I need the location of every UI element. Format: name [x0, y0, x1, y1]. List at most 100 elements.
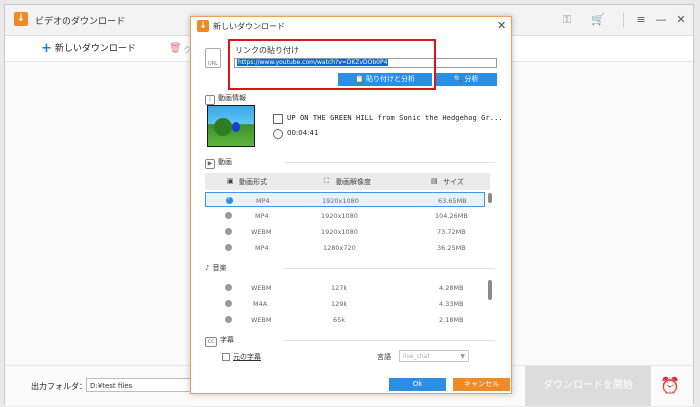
paste-and-analyze-label: 貼り付けと分析: [365, 75, 415, 83]
radio[interactable]: [225, 212, 232, 219]
output-folder-label: 出力フォルダ：: [31, 382, 87, 391]
video-format: MP4: [255, 212, 269, 220]
info-icon: i: [205, 95, 215, 105]
audio-section-heading: ♪ 音楽: [205, 263, 226, 273]
music-note-icon: ♪: [205, 264, 210, 272]
start-download-button[interactable]: ダウンロードを開始: [525, 366, 651, 406]
audio-bitrate: 65k: [333, 316, 346, 324]
radio[interactable]: [225, 244, 232, 251]
subtitle-section-heading: cc 字幕: [205, 335, 234, 347]
audio-row[interactable]: WEBM 127k 4.28MB: [205, 280, 485, 295]
minimize-icon[interactable]: —: [653, 12, 669, 28]
video-duration: 00:04:41: [287, 129, 319, 137]
size-column-icon: ▤: [431, 177, 438, 185]
radio[interactable]: [225, 284, 232, 291]
new-download-button[interactable]: + 新しいダウンロード: [41, 41, 136, 56]
close-window-icon[interactable]: ✕: [673, 12, 689, 28]
ok-button[interactable]: Ok: [389, 378, 446, 391]
format-column-icon: ▣: [227, 177, 234, 185]
dialog-close-icon[interactable]: ✕: [497, 19, 506, 32]
video-resolution: 1280x720: [323, 244, 356, 252]
new-download-dialog: ↓ 新しいダウンロード ✕ URL リンクの貼り付け https://www.y…: [190, 16, 512, 394]
audio-row[interactable]: M4A 129k 4.33MB: [205, 296, 485, 311]
language-label: 言語: [377, 353, 391, 361]
new-download-label: 新しいダウンロード: [54, 44, 136, 54]
audio-section-divider: [285, 268, 495, 269]
paste-and-analyze-button[interactable]: 📋 貼り付けと分析: [338, 73, 432, 86]
thumbnail-character: [232, 122, 240, 132]
output-folder-field[interactable]: D:¥test files: [86, 378, 196, 392]
video-thumbnail: [207, 105, 255, 147]
trash-icon[interactable]: 🗑: [169, 43, 182, 54]
video-info-heading: i 動画情報: [205, 93, 246, 105]
chevron-down-icon: ▼: [460, 353, 465, 360]
original-subtitle-label[interactable]: 元の字幕: [233, 352, 261, 362]
audio-list-scrollbar[interactable]: [488, 280, 492, 300]
radio[interactable]: [225, 228, 232, 235]
video-size: 104.26MB: [435, 212, 468, 220]
radio[interactable]: [225, 316, 232, 323]
column-resolution: 動画解像度: [336, 178, 371, 186]
video-resolution: 1920x1080: [321, 228, 358, 236]
video-row[interactable]: WEBM 1920x1080 73.72MB: [205, 224, 485, 239]
video-section-divider: [285, 162, 495, 163]
window-title: ビデオのダウンロード: [35, 17, 126, 27]
video-resolution: 1920x1080: [322, 197, 359, 205]
app-logo-icon: ↓: [14, 12, 28, 26]
url-link-icon: URL: [205, 48, 221, 68]
url-input[interactable]: https://www.youtube.com/watch?v=DKZvDOb0…: [234, 58, 497, 68]
column-size: サイズ: [443, 178, 464, 186]
dialog-app-icon: ↓: [197, 20, 209, 32]
url-input-value: https://www.youtube.com/watch?v=DKZvDOb0…: [237, 59, 389, 66]
subtitle-section-label: 字幕: [220, 336, 234, 344]
video-format: MP4: [256, 197, 270, 205]
dialog-titlebar: ↓ 新しいダウンロード ✕: [191, 17, 511, 37]
audio-bitrate: 129k: [331, 300, 348, 308]
video-format: MP4: [255, 244, 269, 252]
video-size: 63.65MB: [438, 197, 467, 205]
language-select[interactable]: live_chat ▼: [399, 350, 469, 362]
selected-radio[interactable]: [226, 196, 233, 204]
cancel-button[interactable]: キャンセル: [453, 378, 510, 391]
clock-icon: [273, 129, 283, 139]
clipboard-icon: 📋: [355, 75, 366, 83]
video-list-scrollbar[interactable]: [488, 193, 492, 203]
audio-format: WEBM: [251, 284, 272, 292]
audio-row[interactable]: WEBM 65k 2.18MB: [205, 312, 485, 327]
url-label: リンクの貼り付け: [235, 46, 299, 55]
video-size: 73.72MB: [437, 228, 466, 236]
analyze-button[interactable]: 🔍 分析: [435, 73, 497, 86]
video-title: UP ON THE GREEN HILL from Sonic the Hedg…: [287, 114, 503, 122]
audio-bitrate: 127k: [331, 284, 348, 292]
alarm-clock-icon[interactable]: ⏰: [660, 376, 680, 395]
video-info-heading-label: 動画情報: [218, 94, 246, 102]
cc-icon: cc: [205, 337, 217, 347]
video-size: 36.25MB: [437, 244, 466, 252]
subtitle-section-divider: [285, 340, 495, 341]
film-icon: [273, 114, 283, 124]
video-row[interactable]: MP4 1920x1080 63.65MB: [205, 192, 485, 207]
thumbnail-hill: [214, 118, 232, 136]
toolbar-divider: [623, 13, 624, 27]
key-icon[interactable]: ⚿: [560, 13, 574, 27]
audio-section-label: 音楽: [212, 264, 227, 272]
original-subtitle-checkbox[interactable]: [222, 353, 230, 361]
cart-icon[interactable]: 🛒: [591, 13, 605, 27]
column-format: 動画形式: [239, 178, 267, 186]
analyze-label: 分析: [464, 75, 479, 83]
plus-icon: +: [41, 41, 52, 56]
video-section-label: 動画: [218, 158, 232, 166]
audio-size: 4.33MB: [439, 300, 464, 308]
menu-icon[interactable]: ≡: [633, 12, 649, 28]
resolution-column-icon: ⛶: [324, 177, 329, 185]
video-section-heading: ▶ 動画: [205, 157, 232, 169]
audio-size: 2.18MB: [439, 316, 464, 324]
search-icon: 🔍: [453, 75, 465, 83]
video-row[interactable]: MP4 1280x720 36.25MB: [205, 240, 485, 255]
audio-size: 4.28MB: [439, 284, 464, 292]
language-select-value: live_chat: [403, 353, 430, 360]
video-icon: ▶: [205, 159, 215, 169]
video-resolution: 1920x1080: [321, 212, 358, 220]
video-row[interactable]: MP4 1920x1080 104.26MB: [205, 208, 485, 223]
radio[interactable]: [225, 300, 232, 307]
